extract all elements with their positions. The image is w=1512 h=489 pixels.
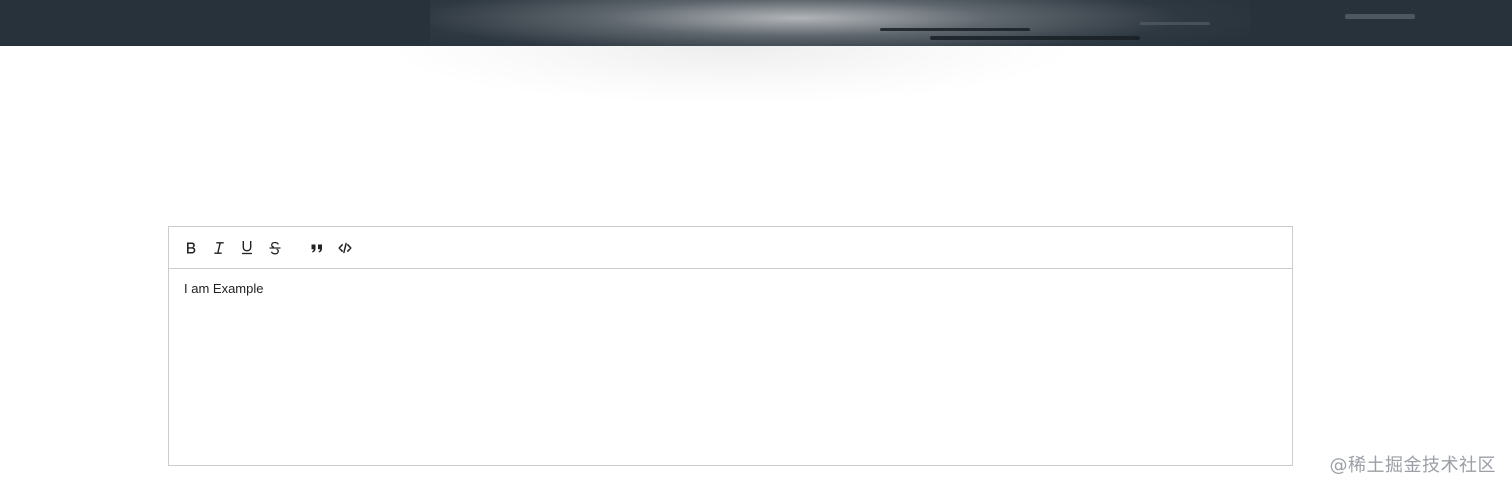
bold-button[interactable] [180, 237, 202, 259]
underline-icon [242, 241, 252, 255]
underline-button[interactable] [236, 237, 258, 259]
blockquote-button[interactable] [306, 237, 328, 259]
hero-shadow [380, 46, 1080, 106]
italic-button[interactable] [208, 237, 230, 259]
watermark: @稀土掘金技术社区 [1329, 455, 1496, 476]
hero-streak [930, 36, 1140, 40]
code-icon [338, 242, 352, 253]
hero-streak [1345, 14, 1415, 19]
page: I am Example @稀土掘金技术社区 [0, 0, 1512, 489]
strikethrough-button[interactable] [264, 237, 286, 259]
hero-streak [1140, 22, 1210, 25]
editor-toolbar [169, 227, 1292, 269]
quote-icon [311, 244, 322, 252]
italic-icon [214, 241, 224, 254]
hero-banner [0, 0, 1512, 46]
hero-streak [880, 28, 1030, 31]
bold-icon [187, 242, 196, 253]
editor-content[interactable]: I am Example [169, 269, 1292, 466]
code-button[interactable] [334, 237, 356, 259]
strikethrough-icon [269, 241, 281, 254]
rich-text-editor: I am Example [168, 226, 1293, 466]
